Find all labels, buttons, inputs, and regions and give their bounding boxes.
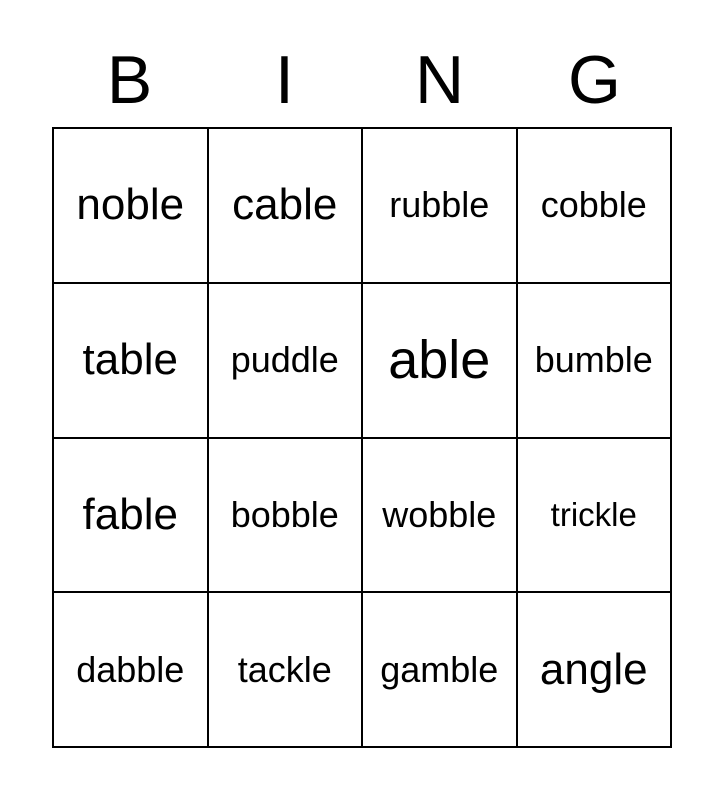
bingo-cell-word: bumble [534, 339, 653, 381]
bingo-cell-r2c2[interactable]: puddle [208, 283, 363, 439]
bingo-cell-word: tackle [237, 648, 332, 690]
bingo-cell-r4c4[interactable]: angle [517, 593, 672, 748]
bingo-cell-r2c1[interactable]: table [54, 283, 209, 439]
bingo-cell-word: cable [232, 180, 338, 230]
bingo-cell-word: fable [82, 489, 178, 539]
bingo-grid: noble cable rubble cobble table puddle a… [52, 127, 672, 748]
bingo-header-letter-n: N [414, 42, 465, 118]
bingo-cell-word: gamble [380, 648, 499, 690]
bingo-cell-word: rubble [389, 184, 490, 226]
bingo-header: B I N G [52, 36, 672, 124]
bingo-cell-word: noble [76, 180, 185, 230]
bingo-cell-r3c4[interactable]: trickle [517, 438, 672, 594]
bingo-cell-r4c1[interactable]: dabble [54, 593, 209, 748]
bingo-header-letter-g: G [568, 42, 621, 118]
bingo-cell-word: trickle [550, 495, 637, 533]
bingo-cell-r1c3[interactable]: rubble [363, 129, 518, 284]
bingo-cell-r3c1[interactable]: fable [54, 438, 209, 594]
bingo-cell-word: dabble [76, 648, 185, 690]
bingo-cell-r2c3[interactable]: able [363, 283, 518, 439]
bingo-cell-r1c1[interactable]: noble [54, 129, 209, 284]
bingo-cell-word: table [82, 335, 178, 385]
bingo-cell-word: angle [539, 644, 648, 694]
bingo-cell-r1c2[interactable]: cable [208, 129, 363, 284]
bingo-cell-r4c3[interactable]: gamble [363, 593, 518, 748]
bingo-cell-r3c3[interactable]: wobble [363, 438, 518, 594]
bingo-header-letter-i: I [275, 42, 294, 118]
bingo-cell-r3c2[interactable]: bobble [208, 438, 363, 594]
bingo-cell-word: cobble [540, 184, 647, 226]
bingo-cell-word: bobble [230, 493, 339, 535]
bingo-cell-word: puddle [230, 339, 339, 381]
bingo-cell-r1c4[interactable]: cobble [517, 129, 672, 284]
bingo-cell-r4c2[interactable]: tackle [208, 593, 363, 748]
bingo-header-letter-b: B [106, 42, 153, 118]
bingo-cell-word: wobble [382, 493, 497, 535]
bingo-cell-word: able [388, 329, 491, 390]
bingo-card: B I N G noble cable rubble cobble table … [0, 0, 723, 800]
bingo-cell-r2c4[interactable]: bumble [517, 283, 672, 439]
